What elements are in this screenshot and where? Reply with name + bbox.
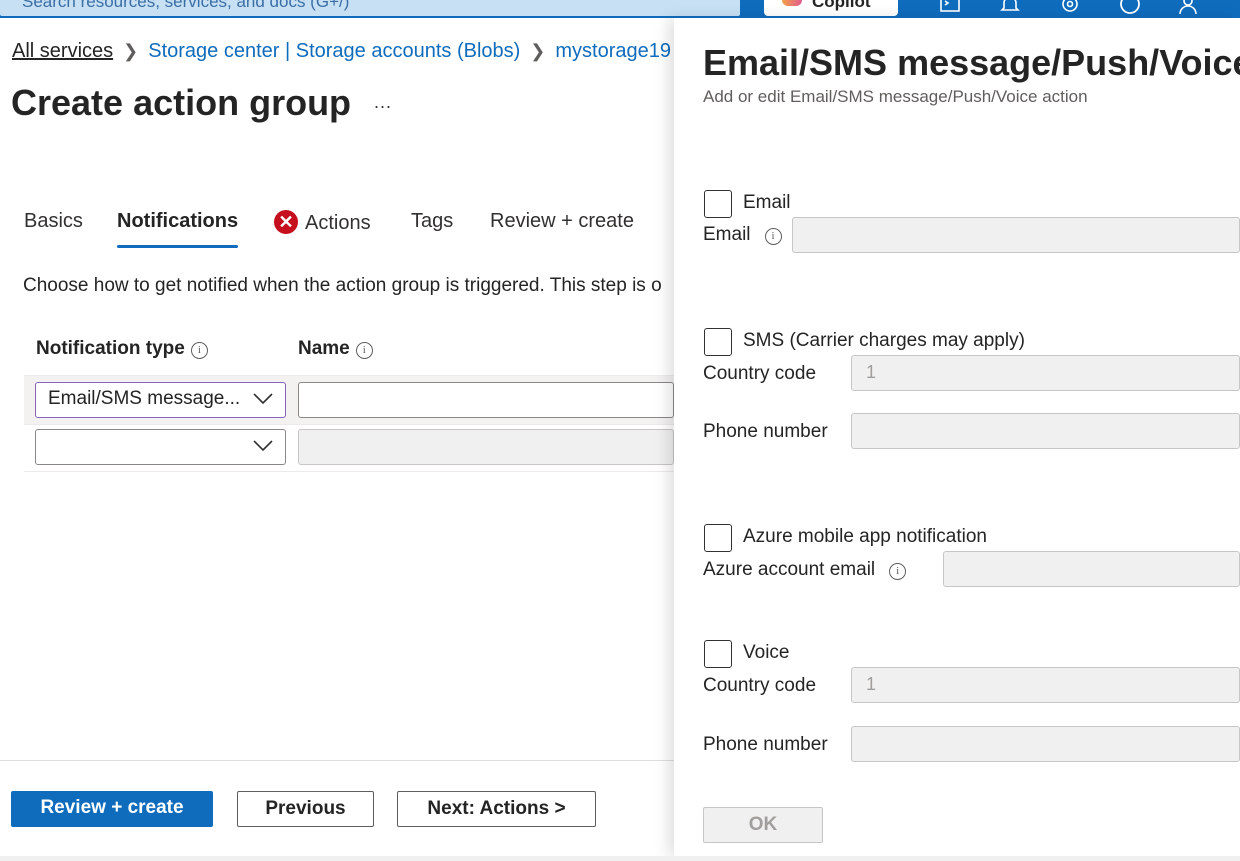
notification-type-dropdown[interactable] [35, 429, 286, 465]
azure-account-email-label: Azure account email i [703, 559, 907, 581]
sms-checkbox[interactable] [704, 328, 732, 356]
voice-phone-label: Phone number [703, 734, 828, 755]
info-icon[interactable]: i [190, 342, 208, 359]
sms-country-code-label: Country code [703, 363, 817, 384]
sms-phone-input[interactable] [851, 413, 1240, 449]
name-input[interactable] [298, 382, 674, 418]
dropdown-value: Email/SMS message... [48, 388, 241, 409]
email-field-label: Email i [703, 224, 782, 246]
copilot-button[interactable]: Copilot [764, 0, 898, 16]
copilot-label: Copilot [812, 0, 871, 11]
tab-actions-label: Actions [305, 212, 371, 234]
breadcrumb: All services ❯ Storage center | Storage ac… [12, 40, 671, 63]
tab-tags[interactable]: Tags [411, 210, 453, 233]
column-header-notification-type: Notification type i [36, 338, 208, 360]
azure-account-email-text: Azure account email [703, 559, 876, 580]
chevron-down-icon [253, 393, 273, 405]
notification-type-dropdown[interactable]: Email/SMS message... [35, 382, 286, 418]
account-icon[interactable] [1176, 0, 1200, 15]
info-icon[interactable]: i [889, 563, 907, 580]
panel-title: Email/SMS message/Push/Voice [703, 42, 1240, 83]
email-input[interactable] [792, 217, 1240, 253]
voice-country-code-label: Country code [703, 675, 817, 696]
email-label: Email [703, 224, 751, 245]
push-checkbox[interactable] [704, 524, 732, 552]
voice-phone-input[interactable] [851, 726, 1240, 762]
column-header-name: Name i [298, 338, 373, 360]
name-input[interactable] [298, 429, 674, 465]
voice-country-code-input[interactable]: 1 [851, 667, 1240, 703]
footer-divider [0, 760, 674, 761]
row-divider [24, 471, 674, 472]
azure-account-email-input[interactable] [943, 551, 1240, 587]
chevron-down-icon [253, 440, 273, 452]
sms-phone-label: Phone number [703, 421, 828, 442]
next-actions-button[interactable]: Next: Actions > [397, 791, 596, 827]
help-icon[interactable] [1118, 0, 1142, 14]
email-checkbox-label: Email [743, 192, 791, 213]
breadcrumb-storage-account[interactable]: mystorage19 [555, 40, 671, 62]
tab-notifications[interactable]: Notifications [117, 210, 239, 248]
push-checkbox-label: Azure mobile app notification [743, 526, 987, 547]
column-header-label: Notification type [36, 338, 185, 359]
settings-icon[interactable] [1058, 0, 1082, 12]
info-icon[interactable]: i [764, 228, 782, 245]
info-icon[interactable]: i [355, 342, 373, 359]
notifications-description: Choose how to get notified when the acti… [23, 275, 662, 296]
cloud-shell-icon[interactable] [938, 0, 962, 12]
page-title: Create action group [11, 82, 352, 123]
email-sms-panel: Email/SMS message/Push/Voice Add or edit… [674, 18, 1240, 856]
tab-basics[interactable]: Basics [24, 210, 83, 233]
review-create-button[interactable]: Review + create [11, 791, 213, 827]
search-input[interactable]: Search resources, services, and docs (G+… [0, 0, 740, 16]
more-options-button[interactable]: ... [374, 92, 392, 113]
voice-checkbox-label: Voice [743, 642, 790, 663]
previous-button[interactable]: Previous [237, 791, 374, 827]
voice-checkbox[interactable] [704, 640, 732, 668]
bottom-strip [0, 856, 1240, 861]
sms-country-code-input[interactable]: 1 [851, 355, 1240, 391]
notifications-icon[interactable] [998, 0, 1022, 12]
sms-checkbox-label: SMS (Carrier charges may apply) [743, 330, 1025, 351]
chevron-right-icon: ❯ [123, 41, 139, 61]
column-header-label: Name [298, 338, 350, 359]
email-checkbox[interactable] [704, 190, 732, 218]
breadcrumb-all-services[interactable]: All services [12, 40, 113, 62]
top-bar: Search resources, services, and docs (G+… [0, 0, 1240, 18]
tab-actions[interactable]: ✕ Actions [274, 210, 371, 235]
chevron-right-icon: ❯ [530, 41, 546, 61]
breadcrumb-storage-center[interactable]: Storage center | Storage accounts (Blobs… [148, 40, 520, 62]
row-divider [24, 424, 674, 425]
panel-subtitle: Add or edit Email/SMS message/Push/Voice… [703, 87, 1088, 106]
ok-button[interactable]: OK [703, 807, 823, 843]
error-icon: ✕ [274, 210, 298, 234]
copilot-icon [782, 0, 802, 6]
tab-review-create[interactable]: Review + create [490, 210, 634, 233]
